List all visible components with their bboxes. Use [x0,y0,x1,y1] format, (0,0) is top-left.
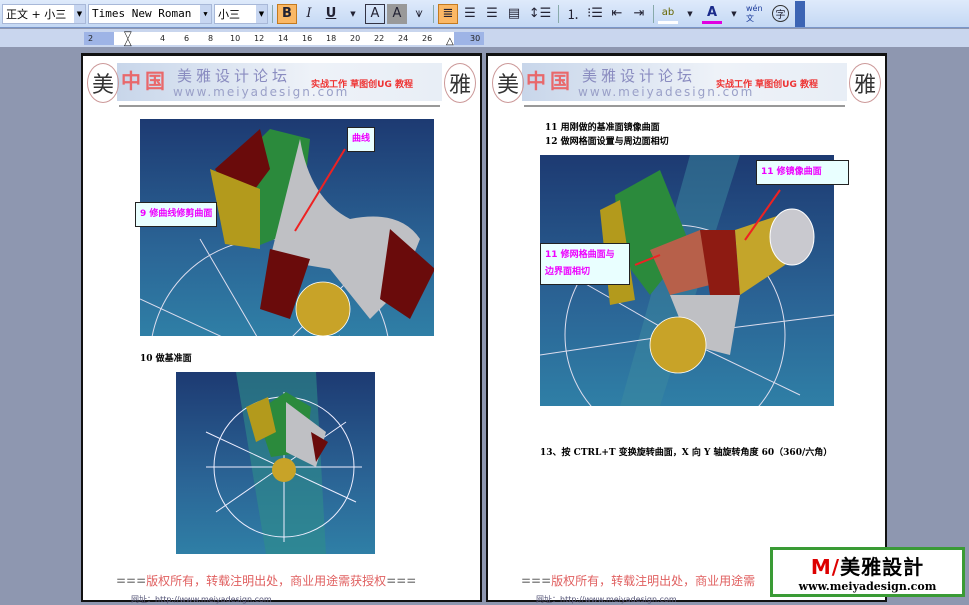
highlight-button[interactable]: ab [658,4,678,24]
callout-mesh: 11 修网格曲面与 边界面相切 [540,243,630,286]
justify-button[interactable]: ≣ [438,3,458,24]
document-page-right: 美 雅 中国 美雅设计论坛 www.meiyadesign.com 实战工作 草… [486,53,887,605]
copyright-footer: ===版权所有，转载注明出处，商业用途需 [521,574,756,588]
ruler-tick: 18 [326,34,337,43]
phonetic-guide-button[interactable]: wén 文 [746,4,770,24]
numbering-button[interactable]: ⒈ [563,4,583,24]
horizontal-ruler[interactable]: 2 4 6 8 10 12 14 16 18 20 22 24 26 30 ▽ … [0,29,969,48]
align-right-button[interactable]: ☰ [482,4,502,24]
chevron-down-icon[interactable]: ▼ [74,4,85,23]
ruler-tick: 20 [350,34,361,43]
logo-brand: 美雅設計 [840,555,925,579]
bold-button[interactable]: B [277,3,297,24]
chevron-down-icon[interactable]: ▼ [680,4,700,24]
ruler-tick: 2 [88,34,94,43]
cad-image-step9 [140,119,434,336]
meiya-logo: M/美雅設計 www.meiyadesign.com [770,547,965,597]
align-center-button[interactable]: ☰ [460,4,480,24]
char-border-button[interactable]: A [365,3,385,24]
website-link[interactable]: 网址：http://www.meiyadesign.com [536,594,677,605]
ruler-tick: 4 [160,34,166,43]
size-select[interactable]: 小三 ▼ [214,3,268,24]
toolbar-options-icon[interactable] [795,0,805,27]
callout-mesh-line2: 边界面相切 [545,267,591,278]
ruler-tick: 22 [374,34,385,43]
website-link[interactable]: 网址：http://www.meiyadesign.com [131,594,272,605]
formatting-toolbar: 正文 + 小三 ▼ Times New Roman ▼ 小三 ▼ B I U ▼ A … [0,0,969,28]
bullets-button[interactable]: ⁝☰ [585,4,605,24]
page-header: 美 雅 中国 美雅设计论坛 www.meiyadesign.com 实战工作 草… [85,61,478,109]
ruler-tick: 8 [208,34,214,43]
font-value: Times New Roman [92,7,192,20]
page-header: 美 雅 中国 美雅设计论坛 www.meiyadesign.com 实战工作 草… [490,61,883,109]
step11-text: 11 用刚做的基准面镜像曲面 [545,123,660,133]
callout-step9: 9 修曲线修剪曲面 [135,202,218,228]
header-china: 中国 [526,69,574,93]
step12-text: 12 做网格面设置与周边面相切 [545,137,669,147]
callout-mirror: 11 修镜像曲面 [756,160,849,186]
char-shading-button[interactable]: A [387,3,407,24]
font-color-button[interactable]: A [702,4,722,24]
decrease-indent-button[interactable]: ⇤ [607,4,627,24]
size-value: 小三 [218,7,240,21]
ruler-tick: 30 [470,34,481,43]
style-select[interactable]: 正文 + 小三 ▼ [2,3,86,24]
separator [433,4,434,23]
italic-button[interactable]: I [299,4,319,24]
document-page-left: 美 雅 中国 美雅设计论坛 www.meiyadesign.com 实战工作 草… [81,53,482,605]
header-forum: 美雅设计论坛 [582,67,697,85]
font-select[interactable]: Times New Roman ▼ [88,3,212,24]
caption-step10: 10 做基准面 [140,354,192,364]
left-indent-handle[interactable]: △ [124,37,132,48]
ruler-tick: 24 [398,34,409,43]
header-subtitle: 实战工作 草图创UG 教程 [311,80,413,90]
header-subtitle: 实战工作 草图创UG 教程 [716,80,818,90]
distributed-button[interactable]: ▤ [504,4,524,24]
callout-curve: 曲线 [347,127,376,153]
right-indent-handle[interactable]: △ [446,36,454,47]
separator [558,4,559,23]
seal-right: 雅 [849,63,881,103]
step13-text: 13、按 CTRL+T 变换旋转曲面，X 向 Y 轴旋转角度 60（360/六角… [540,448,833,458]
ruler-tick: 16 [302,34,313,43]
line-spacing-button[interactable]: ↕☰ [526,4,554,24]
ruler-tick: 6 [184,34,190,43]
ruler-tick: 10 [230,34,241,43]
seal-left: 美 [87,63,119,103]
seal-right: 雅 [444,63,476,103]
ruler-tick: 12 [254,34,265,43]
header-forum: 美雅设计论坛 [177,67,292,85]
chevron-down-icon[interactable]: ▼ [256,4,267,23]
chevron-down-icon[interactable]: ▼ [343,4,363,24]
separator [653,4,654,23]
emphasis-button[interactable]: ⩛ [409,4,429,24]
callout-mesh-line1: 11 修网格曲面与 [545,250,615,260]
style-value: 正文 + 小三 [6,7,67,21]
chevron-down-icon[interactable]: ▼ [724,4,744,24]
underline-button[interactable]: U [321,4,341,24]
logo-mark: M/ [810,555,841,579]
ruler-tick: 14 [278,34,289,43]
separator [272,4,273,23]
enclose-char-button[interactable]: 字 [772,5,789,22]
chevron-down-icon[interactable]: ▼ [200,4,211,23]
cad-image-step10 [176,372,375,554]
ruler-tick: 26 [422,34,433,43]
header-china: 中国 [121,69,169,93]
increase-indent-button[interactable]: ⇥ [629,4,649,24]
logo-url: www.meiyadesign.com [798,580,937,593]
copyright-footer: ===版权所有，转载注明出处，商业用途需获授权=== [116,574,417,588]
seal-left: 美 [492,63,524,103]
